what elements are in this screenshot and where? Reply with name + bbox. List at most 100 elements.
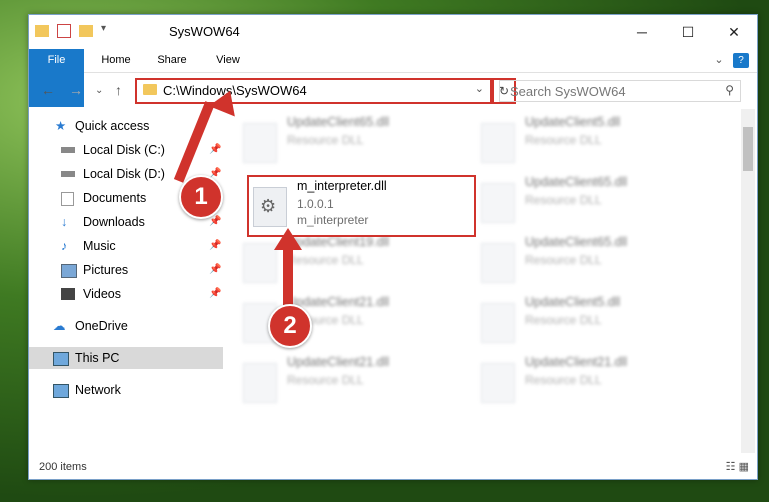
list-item[interactable]: UpdateClient5.dll Resource DLL <box>477 293 703 351</box>
list-item[interactable]: UpdateClient65.dll Resource DLL <box>477 173 703 231</box>
file-type: Resource DLL <box>287 253 364 267</box>
maximize-button[interactable]: ☐ <box>665 15 711 49</box>
address-bar[interactable]: C:\Windows\SysWOW64 ⌄ <box>135 78 492 104</box>
explorer-window: ▾ SysWOW64 ─ ☐ ✕ File Home Share View ⌄ … <box>28 14 758 480</box>
dll-file-icon <box>243 123 277 163</box>
ribbon: File Home Share View ⌄ ? <box>29 49 757 107</box>
file-type: Resource DLL <box>287 373 364 387</box>
list-item[interactable]: UpdateClient65.dll Resource DLL <box>239 113 465 171</box>
file-name: UpdateClient5.dll <box>525 115 621 129</box>
network-icon <box>53 384 69 398</box>
documents-icon <box>61 192 74 206</box>
pc-icon <box>53 352 69 366</box>
nav-label: Videos <box>83 287 121 301</box>
nav-item-pictures[interactable]: Pictures 📌 <box>29 259 223 281</box>
list-item[interactable]: UpdateClient19.dll Resource DLL <box>239 233 465 291</box>
nav-item-onedrive[interactable]: ☁ OneDrive <box>29 315 223 337</box>
star-icon: ★ <box>55 119 67 133</box>
search-icon: ⚲ <box>725 83 734 97</box>
nav-item-music[interactable]: ♪ Music 📌 <box>29 235 223 257</box>
list-item[interactable]: UpdateClient21.dll Resource DLL <box>477 353 703 411</box>
search-input[interactable]: Search SysWOW64 ⚲ <box>499 80 741 102</box>
nav-item-this-pc[interactable]: This PC <box>29 347 223 369</box>
vertical-scrollbar[interactable] <box>741 109 755 453</box>
collapse-ribbon-button[interactable]: ⌄ <box>711 49 727 72</box>
search-placeholder: Search SysWOW64 <box>510 84 626 99</box>
videos-icon <box>61 288 75 300</box>
pin-icon[interactable]: 📌 <box>209 259 221 281</box>
nav-label: This PC <box>75 351 120 365</box>
file-name: UpdateClient65.dll <box>525 175 628 189</box>
scrollbar-thumb[interactable] <box>743 127 753 171</box>
pin-icon[interactable]: 📌 <box>209 139 221 161</box>
nav-item-network[interactable]: Network <box>29 379 223 401</box>
file-type: Resource DLL <box>525 313 602 327</box>
folder-icon <box>143 84 157 95</box>
customize-toolbar-icon[interactable]: ▾ <box>101 23 117 39</box>
file-name: UpdateClient5.dll <box>525 295 621 309</box>
nav-label: OneDrive <box>75 319 128 333</box>
forward-arrow-icon[interactable]: → <box>69 82 83 98</box>
file-type: Resource DLL <box>525 253 602 267</box>
status-bar-count: 200 items <box>39 461 87 473</box>
file-name: m_interpreter.dll <box>297 179 387 193</box>
title-bar: ▾ SysWOW64 ─ ☐ ✕ <box>29 15 757 49</box>
dll-file-icon <box>481 123 515 163</box>
dll-file-icon <box>243 243 277 283</box>
pictures-icon <box>61 264 77 278</box>
nav-label: Network <box>75 383 121 397</box>
dll-file-icon <box>481 363 515 403</box>
pin-icon[interactable]: 📌 <box>209 283 221 305</box>
file-name: UpdateClient21.dll <box>525 355 628 369</box>
callout-arrowhead <box>274 228 302 250</box>
file-type: Resource DLL <box>525 193 602 207</box>
close-button[interactable]: ✕ <box>711 15 757 49</box>
tab-home[interactable]: Home <box>91 49 141 72</box>
file-version: 1.0.0.1 <box>297 197 334 211</box>
dll-file-icon: ⚙ <box>253 187 287 227</box>
nav-label: Documents <box>83 191 147 205</box>
file-name: UpdateClient19.dll <box>287 235 390 249</box>
nav-label: Pictures <box>83 263 129 277</box>
nav-label: Local Disk (D:) <box>83 167 165 181</box>
dll-file-icon <box>481 183 515 223</box>
help-button[interactable]: ? <box>733 53 749 68</box>
minimize-button[interactable]: ─ <box>619 15 665 49</box>
callout-arrow <box>283 246 293 308</box>
file-name: UpdateClient65.dll <box>287 115 390 129</box>
nav-label: Local Disk (C:) <box>83 143 165 157</box>
file-description: m_interpreter <box>297 213 369 227</box>
file-type: Resource DLL <box>287 133 364 147</box>
pin-icon[interactable]: 📌 <box>209 235 221 257</box>
file-name: UpdateClient21.dll <box>287 355 390 369</box>
callout-badge-1: 1 <box>179 175 223 219</box>
back-arrow-icon[interactable]: ← <box>41 82 55 98</box>
view-toggle[interactable]: ☷ ▦ <box>726 460 749 473</box>
file-type: Resource DLL <box>525 133 602 147</box>
tab-view[interactable]: View <box>205 49 251 72</box>
list-item[interactable]: UpdateClient5.dll Resource DLL <box>477 113 703 171</box>
recent-locations-icon[interactable]: ⌄ <box>95 85 103 96</box>
navigation-pane: ★ Quick access Local Disk (C:) 📌 Local D… <box>29 109 223 445</box>
gear-icon: ⚙ <box>260 196 277 216</box>
list-item[interactable]: UpdateClient65.dll Resource DLL <box>477 233 703 291</box>
nav-item-videos[interactable]: Videos 📌 <box>29 283 223 305</box>
nav-label: Music <box>83 239 116 253</box>
list-item: ⚙ m_interpreter.dll 1.0.0.1 m_interprete… <box>249 177 470 235</box>
properties-icon[interactable] <box>57 24 71 38</box>
large-icons-view-icon[interactable]: ▦ <box>739 461 749 473</box>
download-icon: ↓ <box>61 215 68 229</box>
folder-icon[interactable] <box>35 25 49 37</box>
details-view-icon[interactable]: ☷ <box>726 461 736 473</box>
music-icon: ♪ <box>61 239 68 253</box>
new-folder-icon[interactable] <box>79 25 93 37</box>
up-arrow-icon[interactable]: ↑ <box>115 82 122 98</box>
dll-file-icon <box>243 363 277 403</box>
file-name: UpdateClient65.dll <box>525 235 628 249</box>
tab-share[interactable]: Share <box>147 49 197 72</box>
quick-access-toolbar: ▾ <box>35 23 117 39</box>
list-item[interactable]: UpdateClient21.dll Resource DLL <box>239 353 465 411</box>
file-type: Resource DLL <box>525 373 602 387</box>
chevron-down-icon[interactable]: ⌄ <box>475 82 484 95</box>
dll-file-icon <box>481 303 515 343</box>
